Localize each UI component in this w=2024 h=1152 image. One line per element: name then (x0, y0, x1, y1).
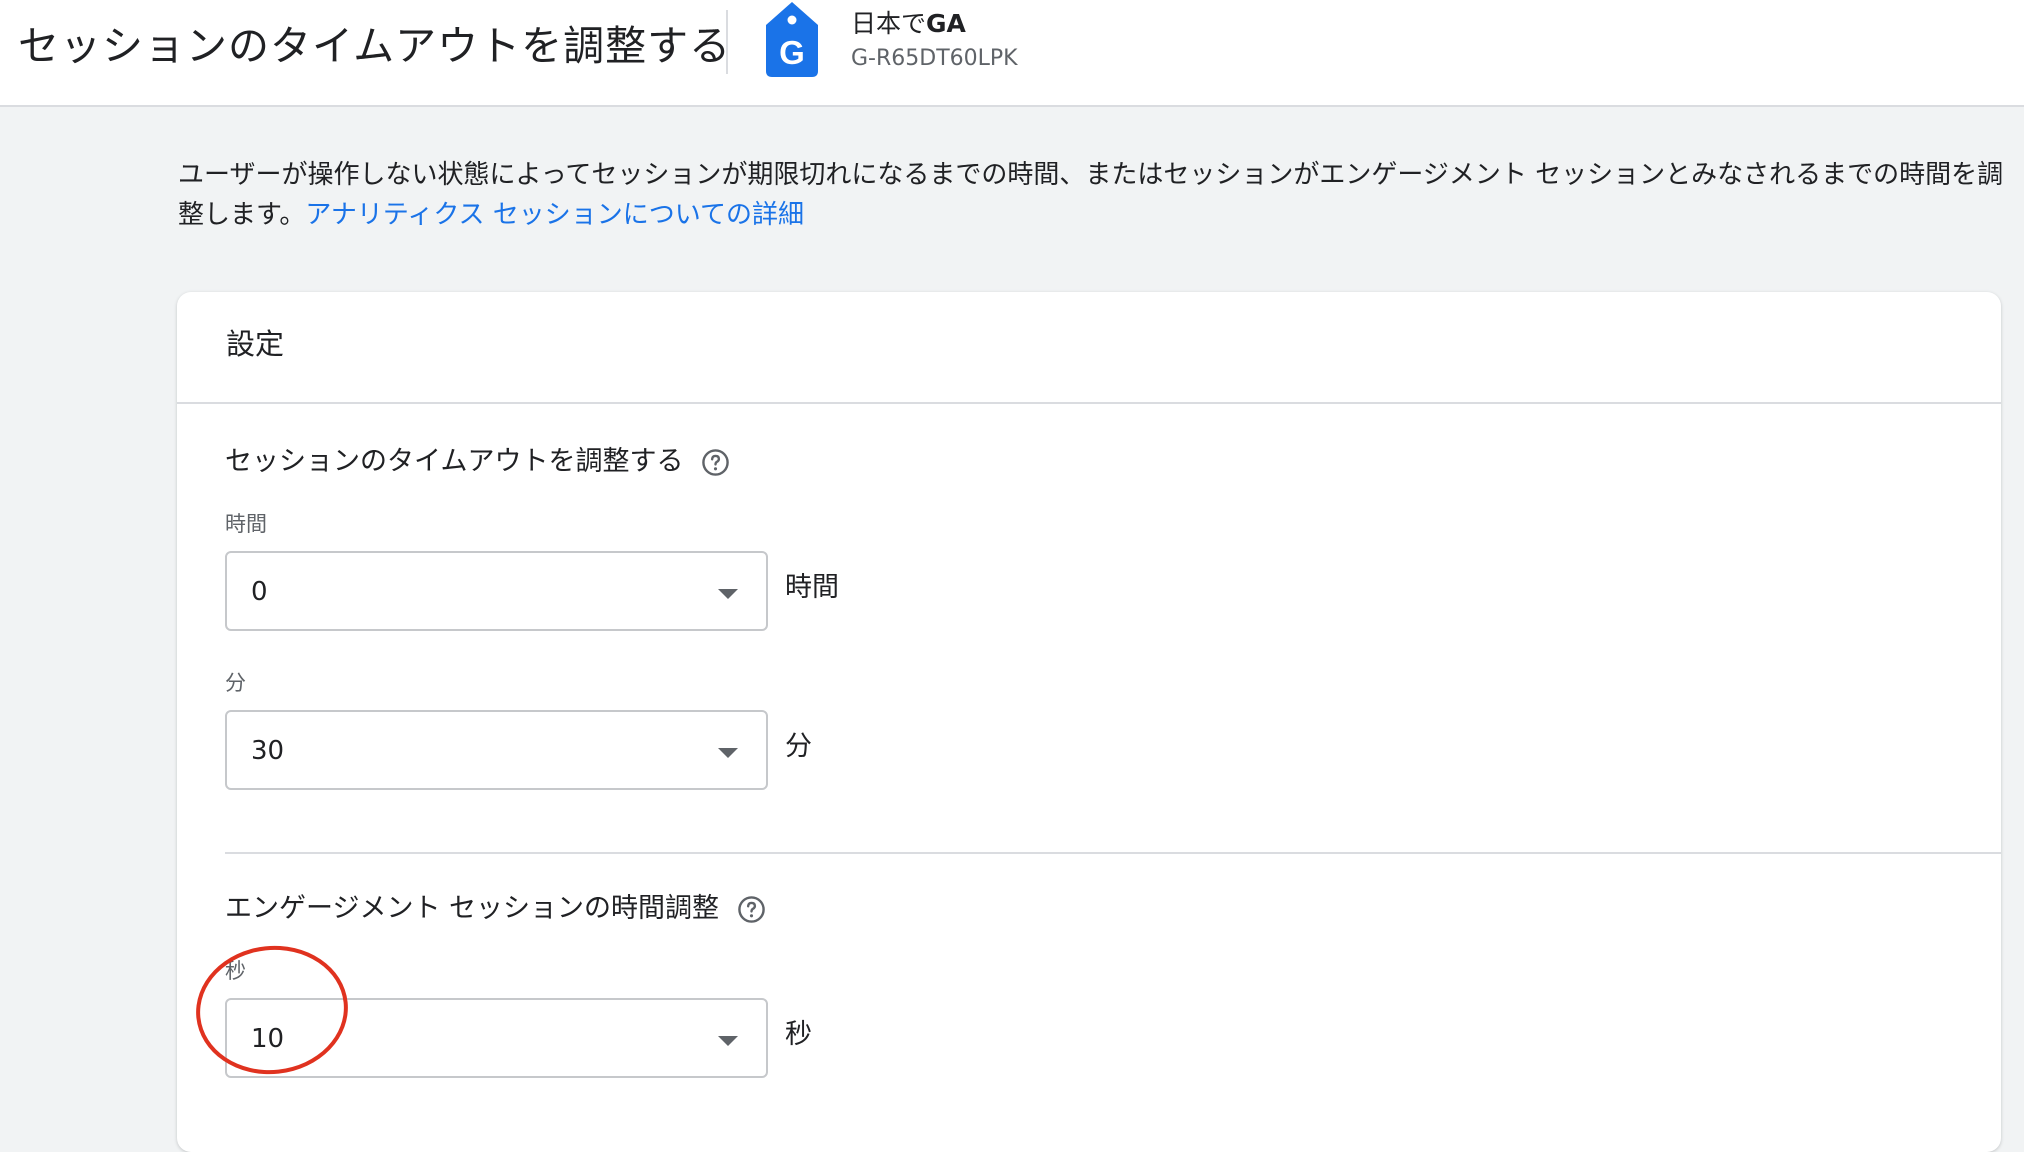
tag-g-icon: G (766, 2, 818, 77)
card-title: 設定 (226, 327, 285, 361)
minutes-select[interactable]: 30 (225, 710, 768, 790)
engaged-session-title-text: エンゲージメント セッションの時間調整 (225, 893, 720, 924)
seconds-unit: 秒 (785, 1019, 812, 1050)
title-divider (726, 10, 728, 74)
top-bar: セッションのタイムアウトを調整する G 日本でGA G-R65DT60LPK (0, 0, 2024, 107)
property-name-prefix: 日本で (851, 9, 927, 38)
help-icon[interactable] (701, 448, 730, 477)
description: ユーザーが操作しない状態によってセッションが期限切れになるまでの時間、またはセッ… (178, 155, 2013, 235)
help-icon[interactable] (737, 895, 766, 924)
dropdown-arrow-icon (718, 1036, 738, 1046)
dropdown-arrow-icon (718, 748, 738, 758)
hours-unit: 時間 (785, 572, 839, 603)
property-id: G-R65DT60LPK (851, 46, 1018, 71)
page-title: セッションのタイムアウトを調整する (18, 22, 732, 70)
engaged-session-title: エンゲージメント セッションの時間調整 (225, 889, 766, 929)
minutes-label: 分 (225, 671, 246, 695)
minutes-select-value: 30 (251, 736, 285, 766)
hours-select-value: 0 (251, 577, 268, 607)
learn-more-link[interactable]: アナリティクス セッションについての詳細 (305, 200, 804, 230)
hours-label: 時間 (225, 512, 267, 536)
session-timeout-title: セッションのタイムアウトを調整する (225, 442, 730, 482)
section-divider (225, 852, 2001, 854)
card-divider (177, 402, 2001, 404)
settings-card: 設定 セッションのタイムアウトを調整する 時間 0 時間 分 30 分 エンゲー… (177, 292, 2001, 1152)
property-name-bold: GA (926, 9, 966, 38)
property-name: 日本でGA (851, 7, 966, 41)
dropdown-arrow-icon (718, 589, 738, 599)
tag-g-letter: G (779, 34, 805, 71)
session-timeout-title-text: セッションのタイムアウトを調整する (225, 446, 684, 477)
minutes-unit: 分 (785, 731, 812, 762)
hours-select[interactable]: 0 (225, 551, 768, 631)
